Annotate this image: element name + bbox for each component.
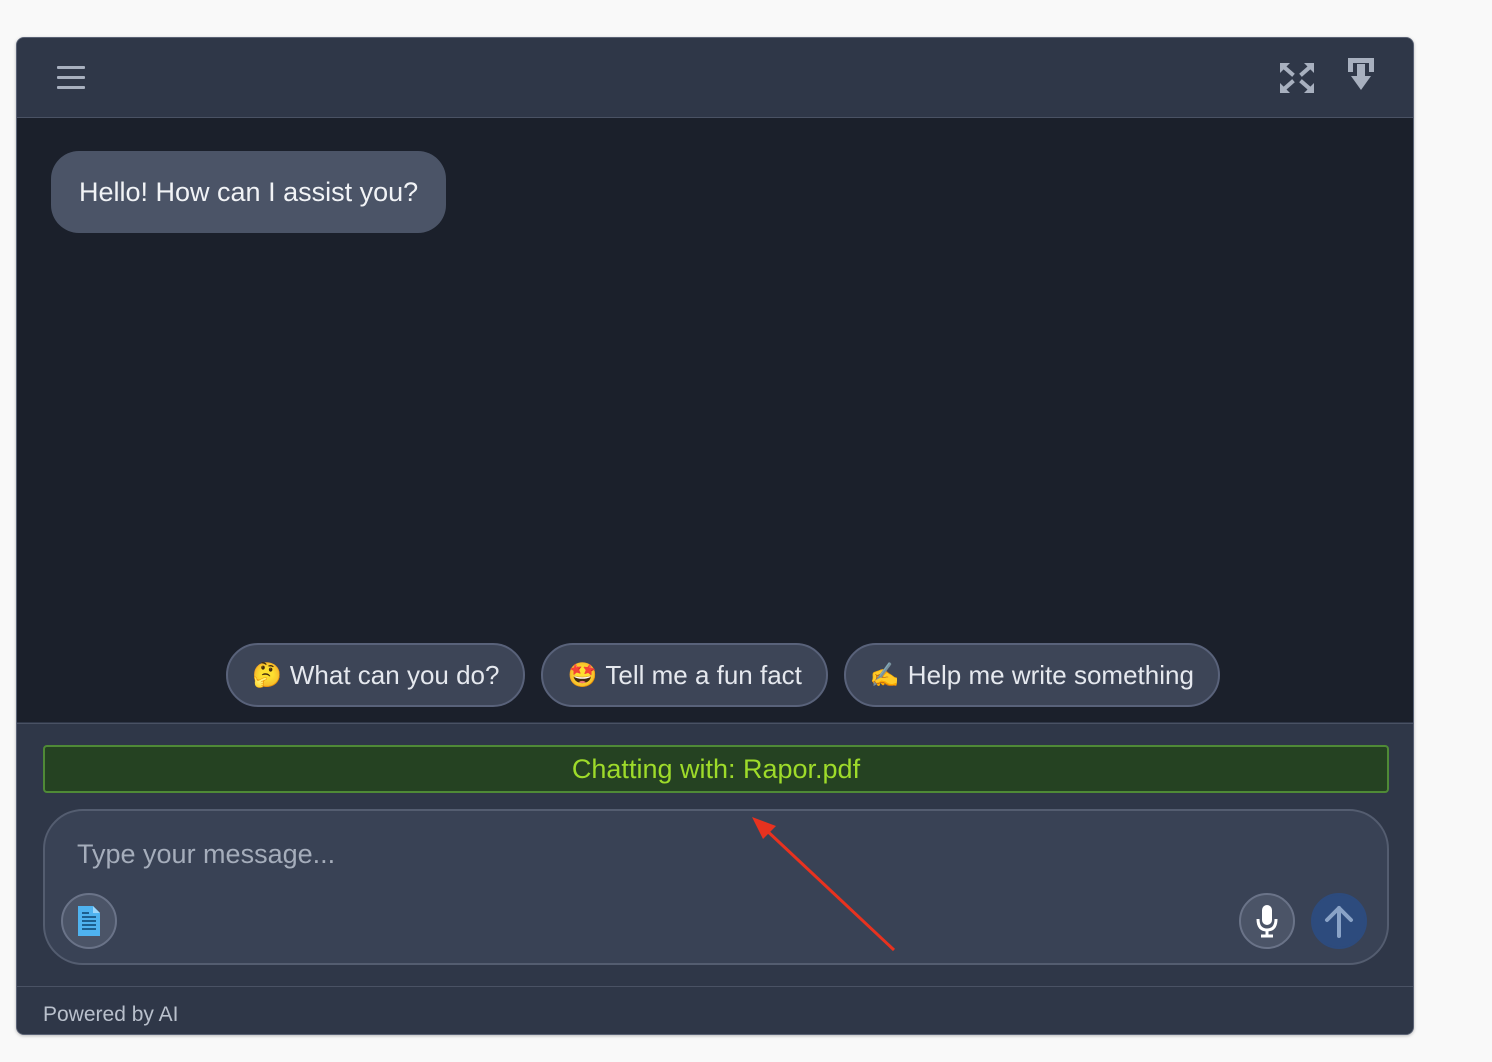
expand-arrows-icon[interactable] xyxy=(1277,60,1317,96)
document-context-banner: Chatting with: Rapor.pdf xyxy=(43,745,1389,793)
message-list: Hello! How can I assist you? 🤔 What can … xyxy=(17,118,1413,722)
thinking-face-icon: 🤔 xyxy=(252,661,282,689)
download-arrow-icon[interactable] xyxy=(1345,56,1379,96)
chat-widget: Hello! How can I assist you? 🤔 What can … xyxy=(16,37,1414,1035)
suggestion-fun-fact[interactable]: 🤩 Tell me a fun fact xyxy=(541,643,828,707)
message-composer xyxy=(43,809,1389,965)
suggestion-label: Tell me a fun fact xyxy=(605,659,802,690)
suggestion-label: What can you do? xyxy=(289,659,500,690)
writing-hand-icon: ✍️ xyxy=(869,661,900,689)
microphone-icon xyxy=(1256,905,1278,938)
composer-area: Chatting with: Rapor.pdf xyxy=(17,723,1413,986)
arrow-up-icon xyxy=(1325,906,1353,938)
document-icon xyxy=(78,906,100,936)
suggestion-what-can-you-do[interactable]: 🤔 What can you do? xyxy=(226,643,526,707)
powered-by-footer: Powered by AI xyxy=(17,986,1413,1034)
message-input[interactable] xyxy=(75,829,1179,879)
hamburger-menu-icon[interactable] xyxy=(53,62,89,94)
suggestion-chips: 🤔 What can you do? 🤩 Tell me a fun fact … xyxy=(226,643,1220,707)
suggestion-help-write[interactable]: ✍️ Help me write something xyxy=(843,643,1220,707)
microphone-button[interactable] xyxy=(1239,893,1295,949)
powered-by-label: Powered by AI xyxy=(43,1003,179,1026)
attach-document-button[interactable] xyxy=(61,893,117,949)
star-struck-face-icon: 🤩 xyxy=(567,661,598,689)
send-button[interactable] xyxy=(1311,893,1367,949)
chat-header xyxy=(17,38,1413,118)
suggestion-label: Help me write something xyxy=(907,659,1194,690)
assistant-message-bubble: Hello! How can I assist you? xyxy=(51,151,447,233)
